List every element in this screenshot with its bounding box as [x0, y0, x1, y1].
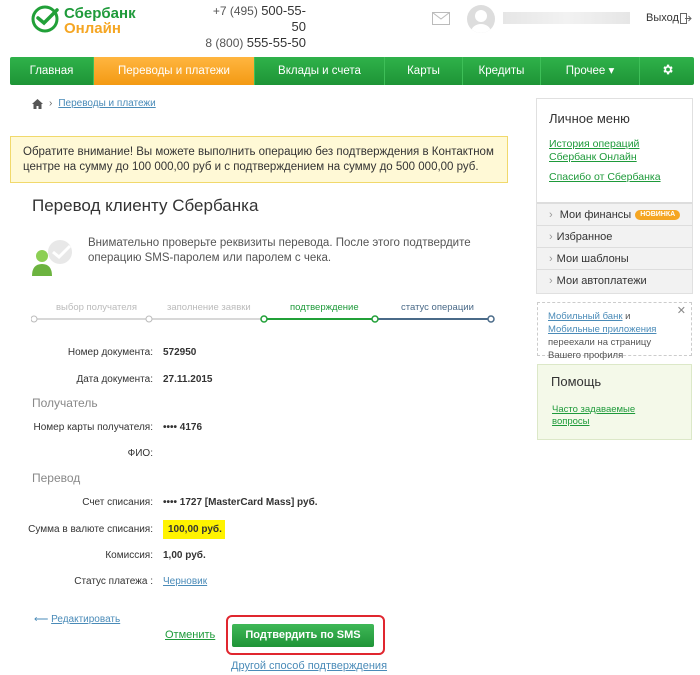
card-number-value: •••• 4176 [163, 422, 203, 433]
username-blurred[interactable] [503, 12, 630, 24]
alt-confirmation-link[interactable]: Другой способ подтверждения [231, 660, 387, 672]
progress-line [31, 315, 495, 323]
mail-icon[interactable] [432, 12, 450, 25]
progress-steps: выбор получателя заполнение заявки подтв… [31, 302, 495, 326]
limit-notice: Обратите внимание! Вы можете выполнить о… [10, 136, 508, 183]
avatar[interactable] [467, 5, 495, 33]
amount-value: 100,00 руб. [163, 520, 225, 539]
account-label: Счет списания: [82, 497, 153, 508]
nav-cards[interactable]: Карты [385, 57, 463, 85]
logout-link[interactable]: Выход [646, 12, 679, 24]
amount-label: Сумма в валюте списания: [28, 524, 153, 535]
status-label: Статус платежа : [74, 576, 153, 587]
logo-text-online: Онлайн [64, 20, 121, 37]
help-title: Помощь [551, 374, 602, 389]
transfer-section-title: Перевод [32, 471, 81, 485]
doc-number-value: 572950 [163, 347, 197, 358]
sberbank-logo-icon [31, 5, 59, 33]
close-icon[interactable]: ✕ [677, 305, 686, 318]
personal-menu: Личное меню История операций Сбербанк Он… [536, 98, 693, 294]
card-number-label: Номер карты получателя: [33, 422, 153, 433]
recipient-section-title: Получатель [32, 396, 98, 410]
mobile-bank-link[interactable]: Мобильный банк [548, 311, 622, 322]
help-box: Помощь Часто задаваемые вопросы [537, 364, 692, 440]
edit-link[interactable]: ⟵ Редактировать [34, 614, 120, 625]
menu-my-finances[interactable]: Мои финансыНОВИНКА [537, 203, 692, 225]
menu-favorites[interactable]: Избранное [537, 225, 692, 247]
nav-deposits[interactable]: Вклады и счета [255, 57, 385, 85]
doc-date-label: Дата документа: [76, 374, 153, 385]
step-fill-form: заполнение заявки [167, 302, 251, 313]
doc-number-label: Номер документа: [67, 347, 153, 358]
nav-transfers[interactable]: Переводы и платежи [94, 57, 255, 85]
main-navigation: Главная Переводы и платежи Вклады и счет… [10, 57, 694, 85]
status-value[interactable]: Черновик [163, 576, 207, 587]
faq-link[interactable]: Часто задаваемые вопросы [552, 404, 652, 428]
new-badge: НОВИНКА [635, 210, 681, 221]
tip-text: переехали на страницу Вашего профиля [548, 337, 652, 361]
mobile-apps-link[interactable]: Мобильные приложения [548, 324, 656, 335]
phone-free: 8 (800) 555-55-50 [205, 35, 306, 50]
sberbank-logo[interactable]: Сбербанк Онлайн [30, 4, 180, 37]
phone-numbers: +7 (495) 500-55-50 8 (800) 555-55-50 [203, 3, 306, 51]
menu-my-finances-label: Мои финансы [559, 209, 632, 221]
user-check-icon [32, 240, 72, 276]
nav-credits[interactable]: Кредиты [463, 57, 541, 85]
breadcrumb: › Переводы и платежи [32, 98, 156, 109]
personal-menu-title: Личное меню [549, 111, 630, 126]
step-choose-recipient: выбор получателя [56, 302, 137, 313]
step-operation-status: статус операции [401, 302, 474, 313]
nav-other[interactable]: Прочее ▾ [541, 57, 640, 85]
operations-history-link[interactable]: История операций Сбербанк Онлайн [549, 138, 659, 164]
fio-label: ФИО: [127, 448, 153, 459]
account-value: •••• 1727 [MasterCard Mass] руб. [163, 497, 318, 508]
user-silhouette-icon [471, 10, 491, 33]
fee-label: Комиссия: [105, 550, 153, 561]
breadcrumb-separator-icon: › [49, 98, 53, 109]
nav-settings[interactable] [640, 57, 694, 85]
confirm-sms-button[interactable]: Подтвердить по SMS [232, 624, 374, 647]
mobile-tip: ✕ Мобильный банк и Мобильные приложения … [537, 302, 692, 361]
edit-link-label: Редактировать [51, 614, 121, 625]
gear-icon [662, 65, 673, 75]
logout-icon[interactable] [680, 13, 692, 24]
check-requisites-text: Внимательно проверьте реквизиты перевода… [88, 237, 471, 264]
phone-moscow: +7 (495) 500-55-50 [212, 3, 306, 34]
menu-autopayments[interactable]: Мои автоплатежи [537, 269, 692, 291]
personal-menu-header: Личное меню История операций Сбербанк Он… [537, 99, 692, 203]
doc-date-value: 27.11.2015 [163, 374, 213, 385]
nav-main[interactable]: Главная [10, 57, 94, 85]
step-confirmation: подтверждение [290, 302, 359, 313]
header: Сбербанк Онлайн +7 (495) 500-55-50 8 (80… [0, 0, 700, 56]
spasibo-link[interactable]: Спасибо от Сбербанка [549, 171, 661, 184]
arrow-left-icon: ⟵ [34, 614, 49, 625]
home-icon[interactable] [32, 98, 43, 109]
fee-value: 1,00 руб. [163, 550, 206, 561]
breadcrumb-transfers[interactable]: Переводы и платежи [58, 98, 155, 109]
page-title: Перевод клиенту Сбербанка [32, 196, 259, 215]
menu-templates[interactable]: Мои шаблоны [537, 247, 692, 269]
cancel-link[interactable]: Отменить [165, 629, 215, 641]
